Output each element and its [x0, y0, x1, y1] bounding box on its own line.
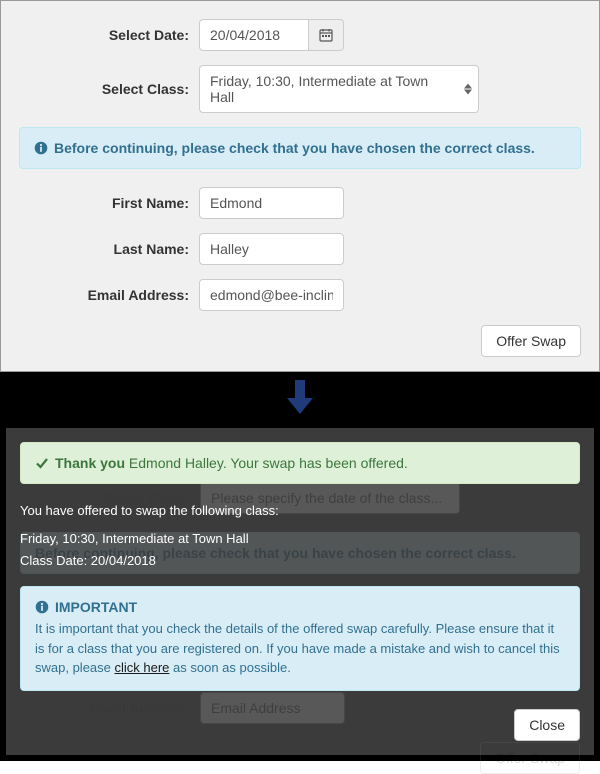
success-tail: . Your swap has been offered. [223, 455, 408, 471]
important-alert: IMPORTANT It is important that you check… [20, 586, 580, 691]
label-select-date: Select Date: [19, 27, 199, 43]
swap-form-panel: Select Date: Select Class: Friday, 10:30… [0, 0, 600, 372]
date-input[interactable] [199, 19, 309, 51]
calendar-icon [319, 28, 333, 42]
modal-content: Thank you Edmond Halley. Your swap has b… [20, 442, 580, 741]
row-class: Select Class: Friday, 10:30, Intermediat… [19, 65, 581, 113]
offered-class-line: Friday, 10:30, Intermediate at Town Hall [20, 528, 580, 550]
class-selected-value: Friday, 10:30, Intermediate at Town Hall [210, 73, 428, 105]
confirmation-outer: Select Class: Please specify the date of… [0, 422, 600, 761]
calendar-addon[interactable] [309, 19, 344, 51]
flow-connector [0, 372, 600, 422]
check-icon [35, 456, 49, 470]
label-last-name: Last Name: [19, 241, 199, 257]
verify-class-alert: Before continuing, please check that you… [19, 127, 581, 169]
label-first-name: First Name: [19, 195, 199, 211]
important-label: IMPORTANT [55, 599, 137, 615]
form-actions: Offer Swap [19, 325, 581, 357]
confirmation-panel: Select Class: Please specify the date of… [6, 428, 594, 755]
date-input-group [199, 19, 344, 51]
info-icon [34, 141, 48, 155]
arrow-down-icon [285, 378, 315, 416]
last-name-input[interactable] [199, 233, 344, 265]
row-last-name: Last Name: [19, 233, 581, 265]
first-name-input[interactable] [199, 187, 344, 219]
email-input[interactable] [199, 279, 344, 311]
class-select[interactable]: Friday, 10:30, Intermediate at Town Hall [199, 65, 479, 113]
offered-date-line: Class Date: 20/04/2018 [20, 550, 580, 572]
verify-class-alert-text: Before continuing, please check that you… [54, 140, 535, 156]
select-caret-icon [464, 84, 472, 95]
cancel-swap-link[interactable]: click here [115, 660, 170, 675]
faded-offer-button: Offer Swap [480, 742, 580, 774]
modal-actions: Close [20, 709, 580, 741]
row-date: Select Date: [19, 19, 581, 51]
offered-heading: You have offered to swap the following c… [20, 500, 580, 522]
close-button[interactable]: Close [514, 709, 580, 741]
success-user-name: Edmond Halley [129, 455, 223, 471]
label-email: Email Address: [19, 287, 199, 303]
offer-swap-button[interactable]: Offer Swap [481, 325, 581, 357]
row-email: Email Address: [19, 279, 581, 311]
row-first-name: First Name: [19, 187, 581, 219]
label-select-class: Select Class: [19, 81, 199, 97]
offered-summary: You have offered to swap the following c… [20, 500, 580, 572]
success-alert: Thank you Edmond Halley. Your swap has b… [20, 442, 580, 484]
info-icon [35, 600, 49, 614]
important-body: It is important that you check the detai… [35, 619, 565, 678]
success-thank-you: Thank you [55, 455, 125, 471]
